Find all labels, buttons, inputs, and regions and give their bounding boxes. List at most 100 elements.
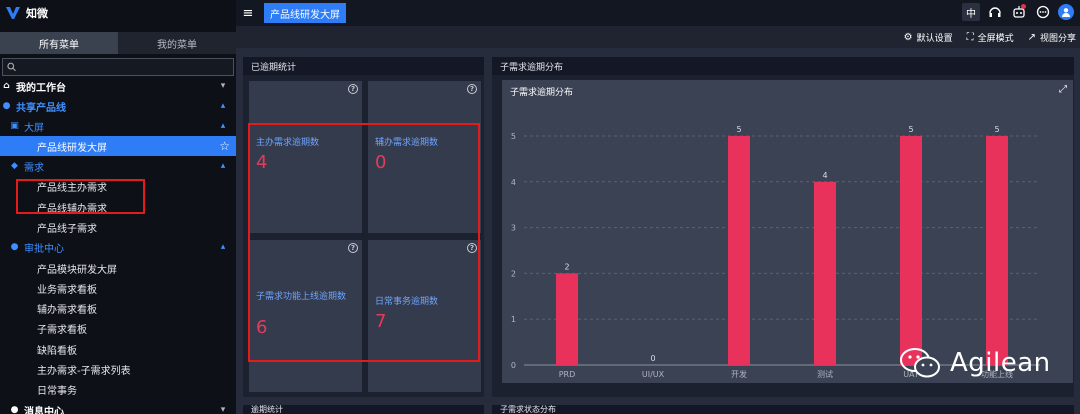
robot-icon[interactable] bbox=[1010, 3, 1028, 21]
menu-search-input[interactable] bbox=[20, 61, 233, 73]
wechat-icon bbox=[900, 348, 940, 378]
y-tick-label: 3 bbox=[511, 224, 516, 233]
app-logo[interactable]: 知微 bbox=[0, 0, 236, 26]
share-view-label: 视图分享 bbox=[1039, 33, 1076, 44]
chart-container: 子需求逾期分布 ⤢ 0 1 2 3 4 5 2 PRD 0 UI/UX 5 开发 4 测试 5 UAT 5 功能上… bbox=[502, 80, 1073, 383]
menu-item-big-screen[interactable]: ▣ 大屏 ▴ bbox=[0, 116, 236, 136]
data-label: 5 bbox=[908, 125, 913, 134]
data-label: 5 bbox=[994, 125, 999, 134]
bar bbox=[900, 136, 922, 365]
bottom-right-panel-title: 子需求状态分布 bbox=[492, 405, 1074, 414]
menu-item-label: 产品线研发大屏 bbox=[37, 142, 107, 154]
dashboard-toolbar: ⚙ 默认设置 ⛶ 全屏模式 ↗ 视图分享 bbox=[236, 26, 1080, 48]
menu-item-product-line-dev-screen[interactable]: 产品线研发大屏 ☆ bbox=[0, 136, 236, 156]
y-tick-label: 1 bbox=[511, 315, 516, 324]
tab-all-menus[interactable]: 所有菜单 bbox=[0, 32, 118, 54]
help-icon[interactable]: ? bbox=[467, 84, 477, 94]
x-tick-label: PRD bbox=[559, 370, 576, 379]
menu-item-sub-requirements[interactable]: 产品线子需求 bbox=[0, 217, 236, 237]
menu-item-label: 我的工作台 bbox=[16, 82, 66, 94]
menu-item-business-req-board[interactable]: 业务需求看板 bbox=[0, 278, 236, 298]
chevron-down-icon: ▾ bbox=[220, 405, 226, 414]
menu-item-label: 产品线子需求 bbox=[37, 223, 97, 235]
bar bbox=[814, 181, 836, 365]
search-icon bbox=[7, 62, 16, 72]
menu-item-defect-board[interactable]: 缺陷看板 bbox=[0, 339, 236, 359]
menu-item-main-sub-req-list[interactable]: 主办需求-子需求列表 bbox=[0, 359, 236, 379]
watermark: Agilean bbox=[898, 346, 1051, 380]
app-root: 知微 所有菜单 我的菜单 ⌂ 我的工作台 ▾ ● 共享产品线 ▴ ▣ 大屏 ▴ … bbox=[0, 0, 1080, 414]
chat-icon[interactable] bbox=[1034, 3, 1052, 21]
language-switch[interactable]: 中 bbox=[962, 3, 980, 21]
data-label: 5 bbox=[736, 125, 741, 134]
overdue-stats-title: 已逾期统计 bbox=[243, 57, 484, 75]
headset-icon[interactable] bbox=[986, 3, 1004, 21]
x-tick-label: 开发 bbox=[731, 369, 747, 379]
top-bar: ≡ 产品线研发大屏 中 bbox=[236, 0, 1080, 26]
notification-dot bbox=[1021, 4, 1026, 9]
bar bbox=[728, 136, 750, 365]
menu-item-label: 业务需求看板 bbox=[37, 284, 97, 296]
menu-item-label: 共享产品线 bbox=[16, 102, 66, 114]
fullscreen-button[interactable]: ⛶ 全屏模式 bbox=[967, 31, 1014, 44]
menu-search bbox=[2, 58, 234, 76]
bar-chart: 0123452PRD0UI/UX5开发4测试5UAT5功能上线 bbox=[511, 125, 1040, 379]
menu-item-label: 大屏 bbox=[24, 122, 44, 134]
users-icon: ● bbox=[2, 101, 11, 111]
menu-item-shared-product-line[interactable]: ● 共享产品线 ▴ bbox=[0, 96, 236, 116]
bar bbox=[556, 273, 578, 365]
menu-toggle-icon[interactable]: ≡ bbox=[236, 6, 260, 21]
menu-item-sub-req-board[interactable]: 子需求看板 bbox=[0, 318, 236, 338]
chevron-up-icon: ▴ bbox=[220, 121, 226, 131]
users-icon: ● bbox=[10, 242, 19, 252]
user-avatar-icon[interactable] bbox=[1058, 4, 1074, 20]
y-tick-label: 5 bbox=[511, 132, 516, 141]
star-icon[interactable]: ☆ bbox=[219, 139, 230, 153]
chevron-up-icon: ▴ bbox=[220, 242, 226, 252]
app-title: 知微 bbox=[26, 7, 48, 20]
menu-item-label: 消息中心 bbox=[24, 406, 64, 414]
home-icon: ⌂ bbox=[3, 81, 10, 91]
y-tick-label: 0 bbox=[511, 361, 516, 370]
watermark-text: Agilean bbox=[950, 348, 1051, 378]
y-tick-label: 2 bbox=[511, 269, 516, 278]
default-settings-button[interactable]: ⚙ 默认设置 bbox=[904, 31, 953, 44]
x-tick-label: 测试 bbox=[817, 369, 833, 379]
y-tick-label: 4 bbox=[511, 178, 516, 187]
menu-item-message-center[interactable]: ● 消息中心 ▾ bbox=[0, 400, 236, 414]
tab-my-menus[interactable]: 我的菜单 bbox=[118, 32, 236, 54]
share-icon: ↗ bbox=[1027, 31, 1036, 43]
menu-item-label: 产品模块研发大屏 bbox=[37, 264, 117, 276]
menu-item-label: 子需求看板 bbox=[37, 324, 87, 336]
bottom-right-panel: 子需求状态分布 bbox=[492, 405, 1074, 414]
help-icon[interactable]: ? bbox=[348, 84, 358, 94]
users-icon: ● bbox=[10, 405, 19, 414]
highlight-box-cards bbox=[248, 123, 480, 362]
chevron-down-icon: ▾ bbox=[220, 81, 226, 91]
highlight-box-menu bbox=[16, 179, 145, 214]
data-label: 0 bbox=[650, 354, 655, 363]
fullscreen-label: 全屏模式 bbox=[977, 33, 1014, 44]
cube-icon: ◆ bbox=[11, 161, 18, 171]
menu-item-assist-req-board[interactable]: 辅办需求看板 bbox=[0, 298, 236, 318]
data-label: 4 bbox=[822, 171, 827, 180]
chevron-up-icon: ▴ bbox=[220, 101, 226, 111]
logo-v-icon bbox=[6, 7, 20, 19]
share-view-button[interactable]: ↗ 视图分享 bbox=[1028, 31, 1076, 44]
bottom-left-panel: 逾期统计 bbox=[243, 405, 484, 414]
menu-item-label: 日常事务 bbox=[37, 385, 77, 397]
menu-item-daily-affairs[interactable]: 日常事务 bbox=[0, 379, 236, 399]
menu-item-requirements[interactable]: ◆ 需求 ▴ bbox=[0, 156, 236, 176]
menu-tabs: 所有菜单 我的菜单 bbox=[0, 32, 236, 54]
menu-item-module-dev-screen[interactable]: 产品模块研发大屏 bbox=[0, 258, 236, 278]
x-tick-label: UI/UX bbox=[642, 370, 665, 379]
fullscreen-icon: ⛶ bbox=[966, 31, 974, 43]
menu-item-my-workbench[interactable]: ⌂ 我的工作台 ▾ bbox=[0, 76, 236, 96]
top-bar-actions: 中 bbox=[962, 3, 1074, 21]
menu-item-label: 审批中心 bbox=[24, 243, 64, 255]
menu-item-approval-center[interactable]: ● 审批中心 ▴ bbox=[0, 237, 236, 257]
chevron-up-icon: ▴ bbox=[220, 161, 226, 171]
sub-overdue-panel-title: 子需求逾期分布 bbox=[492, 57, 1074, 75]
data-label: 2 bbox=[564, 262, 569, 271]
tab-product-line-dev-screen[interactable]: 产品线研发大屏 bbox=[264, 3, 346, 23]
